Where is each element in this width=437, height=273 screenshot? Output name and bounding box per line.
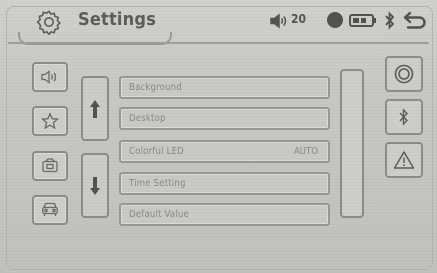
screen-frame — [6, 6, 433, 270]
sidebar-item-media[interactable] — [32, 151, 68, 181]
settings-gear-icon[interactable] — [36, 9, 62, 35]
header-divider — [8, 42, 429, 44]
menu-item-label: Default Value — [129, 209, 189, 220]
record-icon — [394, 64, 414, 84]
menu-item-desktop[interactable]: Desktop — [119, 107, 330, 130]
status-circle-icon — [327, 12, 343, 28]
menu-item-default-value[interactable]: Default Value — [119, 203, 330, 226]
page-title: Settings — [78, 9, 157, 30]
right-button-record[interactable] — [385, 56, 423, 92]
sidebar-item-favorites[interactable] — [32, 106, 68, 136]
menu-item-label: Time Setting — [129, 178, 186, 189]
scroll-up-button[interactable] — [81, 76, 109, 141]
speaker-icon — [41, 70, 57, 84]
bluetooth-icon — [399, 108, 408, 126]
menu-item-label: Desktop — [129, 113, 166, 124]
volume-icon — [270, 13, 287, 29]
media-icon — [42, 158, 58, 173]
menu-item-label: Background — [129, 82, 182, 93]
vehicle-icon — [42, 202, 58, 216]
sidebar-item-sound[interactable] — [32, 62, 68, 92]
scroll-down-button[interactable] — [81, 153, 109, 218]
menu-item-label: Colorful LED — [129, 146, 184, 157]
header-bar: Settings 20 — [0, 0, 437, 45]
sidebar-item-vehicle[interactable] — [32, 195, 68, 225]
volume-value: 20 — [291, 12, 307, 26]
warning-icon — [393, 151, 415, 169]
menu-item-colorful-led[interactable]: Colorful LED AUTO — [119, 140, 330, 163]
battery-icon — [349, 14, 376, 27]
bluetooth-icon — [385, 11, 395, 30]
arrow-up-icon — [90, 99, 100, 118]
menu-item-time-setting[interactable]: Time Setting — [119, 172, 330, 195]
scrollbar[interactable] — [340, 69, 364, 218]
settings-screen: Settings 20 Background Desktop Colorful … — [0, 0, 437, 273]
right-button-bluetooth[interactable] — [385, 99, 423, 135]
back-icon[interactable] — [402, 9, 428, 33]
arrow-down-icon — [90, 176, 100, 195]
star-icon — [41, 112, 59, 130]
menu-item-value: AUTO — [293, 146, 318, 157]
right-button-warning[interactable] — [385, 142, 423, 178]
menu-item-background[interactable]: Background — [119, 76, 330, 99]
